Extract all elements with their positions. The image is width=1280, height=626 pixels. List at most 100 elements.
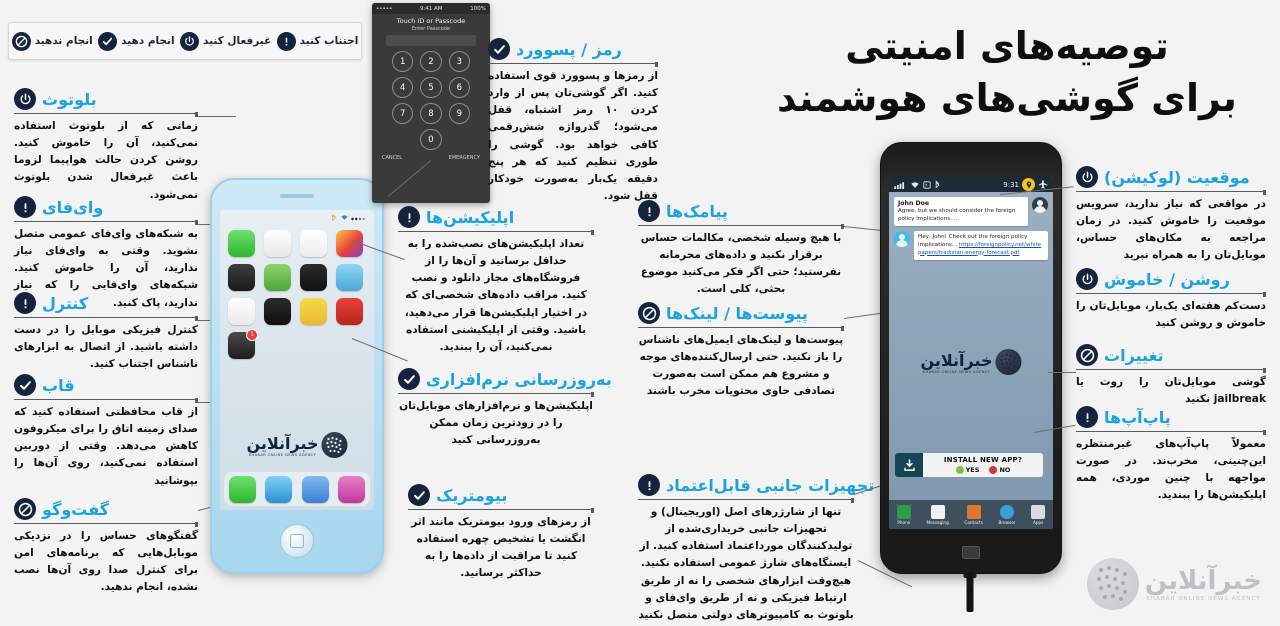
tip-modifications-title: تغییرات xyxy=(1104,345,1164,365)
install-yes-button[interactable]: YES xyxy=(955,466,980,474)
tip-conversation-rule xyxy=(14,522,198,527)
dock-safari-icon[interactable] xyxy=(265,475,293,503)
tip-software-update-title: به‌روزرسانی نرم‌افزاری xyxy=(426,369,612,389)
bluetooth-icon xyxy=(935,180,940,189)
tip-location-head: موقعیت (لوکیشن) xyxy=(1076,166,1266,188)
app-photos[interactable] xyxy=(336,230,363,257)
passcode-key[interactable]: 2 xyxy=(420,51,442,72)
power-icon xyxy=(14,88,36,110)
passcode-key[interactable]: 3 xyxy=(448,51,470,72)
android-dock[interactable]: Phone Messaging Contacts Browser Apps xyxy=(889,500,1053,529)
app-camera[interactable] xyxy=(228,264,255,291)
app-notes2[interactable] xyxy=(300,298,327,325)
tip-modifications-head: تغییرات xyxy=(1076,344,1266,366)
yes-check-icon xyxy=(955,466,964,474)
signal-icon xyxy=(351,217,365,221)
app-notes[interactable] xyxy=(264,230,291,257)
dock-item-contacts[interactable]: Contacts xyxy=(964,505,983,525)
legend-item-disable: غیرفعال کنید xyxy=(180,31,271,51)
wifi-icon xyxy=(911,181,919,188)
android-home-button[interactable] xyxy=(962,546,980,559)
passcode-keypad[interactable]: 1 2 3 4 5 6 7 8 9 0 xyxy=(372,51,490,150)
iphone-home-button[interactable] xyxy=(280,524,314,558)
tip-location-rule xyxy=(1076,190,1266,195)
tip-power-cycle-head: روشن / خاموش xyxy=(1076,268,1266,290)
tip-wifi-head: وای‌فای xyxy=(14,196,198,218)
tip-popups-head: پاپ‌آپ‌ها xyxy=(1076,406,1266,428)
passcode-emergency-button[interactable]: EMERGENCY xyxy=(449,155,480,161)
message-row[interactable]: Hey, John! Check out the foreign policy … xyxy=(889,226,1053,261)
message-bubble[interactable]: John Doe Agree, but we should consider t… xyxy=(894,197,1028,227)
android-status-time: 9:31 xyxy=(1003,180,1019,189)
dock-item-phone[interactable]: Phone xyxy=(896,505,911,525)
legend-item-do-not: انجام ندهید xyxy=(11,31,93,51)
passcode-footer[interactable]: CANCEL EMERGENCY xyxy=(372,150,490,161)
android-screen[interactable]: 9:31 John Doe Agree, but we should consi… xyxy=(889,177,1053,529)
message-bubble[interactable]: Hey, John! Check out the foreign policy … xyxy=(914,231,1048,261)
tip-conversation-body: گفتگوهای حساس را در نزدیکی موبایل‌هایی ک… xyxy=(14,530,198,594)
app-messages[interactable] xyxy=(228,230,255,257)
tip-apps-rule xyxy=(398,230,594,235)
iphone-app-grid[interactable]: 1 xyxy=(220,224,374,365)
app-settings[interactable] xyxy=(264,298,291,325)
passcode-key[interactable]: 8 xyxy=(420,103,442,124)
iphone-screen[interactable]: 1 خبرآنلاین KHABAR ONLINE NEWS AGENCY xyxy=(220,210,374,510)
brand-sub: KHABAR ONLINE NEWS AGENCY xyxy=(1146,596,1261,602)
tip-popups-body: معمولاً پاپ‌آپ‌های غیرمنتظره این‌چنینی، … xyxy=(1076,438,1266,502)
app-appstore[interactable] xyxy=(228,298,255,325)
android-watermark-sub: KHABAR ONLINE NEWS AGENCY xyxy=(922,369,991,374)
app-calendar[interactable] xyxy=(300,230,327,257)
passcode-key[interactable]: 0 xyxy=(420,129,442,150)
tip-password: رمز / پسوورد از رمزها و پسوورد قوی استفا… xyxy=(488,38,658,205)
tip-apps-head: اپلیکیشن‌ها xyxy=(398,206,594,228)
tip-power-cycle-title: روشن / خاموش xyxy=(1104,269,1230,289)
passcode-key[interactable]: 1 xyxy=(392,51,414,72)
tip-biometric: بیومتریک از رمزهای ورود بیومتریک مانند ا… xyxy=(408,484,594,583)
tip-apps: اپلیکیشن‌ها تعداد اپلیکیشن‌های نصب‌شده ر… xyxy=(398,206,594,356)
message-row[interactable]: John Doe Agree, but we should consider t… xyxy=(889,192,1053,227)
passcode-status-left: ••••• xyxy=(376,5,393,12)
app-compass[interactable]: 1 xyxy=(228,329,258,359)
browser-icon xyxy=(1000,505,1015,519)
passcode-key[interactable]: 7 xyxy=(392,103,414,124)
no-cross-icon xyxy=(989,466,998,474)
tip-case-head: قاب xyxy=(14,374,198,396)
app-weather[interactable] xyxy=(336,264,363,291)
dock-phone-icon[interactable] xyxy=(228,475,256,503)
install-app-prompt[interactable]: INSTALL NEW APP? YES NO xyxy=(895,453,1043,477)
tip-modifications: تغییرات گوشی موبایل‌تان را روت یا jailbr… xyxy=(1076,344,1266,408)
app-maps[interactable] xyxy=(264,264,291,291)
passcode-key[interactable]: 4 xyxy=(392,77,414,98)
install-question: INSTALL NEW APP? xyxy=(943,456,1023,464)
install-yes-label: YES xyxy=(965,466,980,474)
install-no-button[interactable]: NO xyxy=(989,466,1010,474)
dock-item-messaging[interactable]: Messaging xyxy=(926,505,949,525)
dock-music-icon[interactable] xyxy=(338,475,366,503)
check-icon xyxy=(398,368,420,390)
tip-power-cycle: روشن / خاموش دست‌کم هفته‌ای یک‌بار، موبا… xyxy=(1076,268,1266,332)
power-icon xyxy=(1076,166,1098,188)
page-title-line1: توصیه‌های امنیتی xyxy=(845,24,1169,68)
dock-mail-icon[interactable] xyxy=(301,475,329,503)
ios-passcode-popup[interactable]: ••••• 9:41 AM 100% Touch ID or Passcode … xyxy=(372,3,490,203)
passcode-key[interactable]: 6 xyxy=(448,77,470,98)
app-clock[interactable] xyxy=(300,264,327,291)
install-options[interactable]: YES NO xyxy=(927,466,1039,474)
tip-bluetooth-rule xyxy=(14,112,198,117)
tip-sms: پیامک‌ها با هیچ وسیله شخصی، مکالمات حساس… xyxy=(638,200,844,299)
tip-software-update: به‌روزرسانی نرم‌افزاری اپلیکیشن‌ها و نرم… xyxy=(398,368,612,449)
passcode-cancel-button[interactable]: CANCEL xyxy=(382,155,402,161)
dock-item-browser[interactable]: Browser xyxy=(999,505,1016,525)
tip-software-update-body: اپلیکیشن‌ها و نرم‌افزارهای موبایل‌تان را… xyxy=(399,400,593,447)
tip-control-body: کنترل فیزیکی موبایل را در دست داشته باشی… xyxy=(14,324,198,371)
power-icon xyxy=(1076,268,1098,290)
android-status-left xyxy=(894,180,941,189)
dock-item-apps[interactable]: Apps xyxy=(1031,505,1046,525)
tip-popups-title: پاپ‌آپ‌ها xyxy=(1104,407,1171,427)
passcode-subtitle: Enter Passcode xyxy=(411,26,451,32)
passcode-key[interactable]: 5 xyxy=(420,77,442,98)
app-youtube[interactable] xyxy=(336,298,363,325)
passcode-input-field[interactable] xyxy=(386,35,476,46)
iphone-dock[interactable] xyxy=(224,472,370,506)
passcode-key[interactable]: 9 xyxy=(448,103,470,124)
